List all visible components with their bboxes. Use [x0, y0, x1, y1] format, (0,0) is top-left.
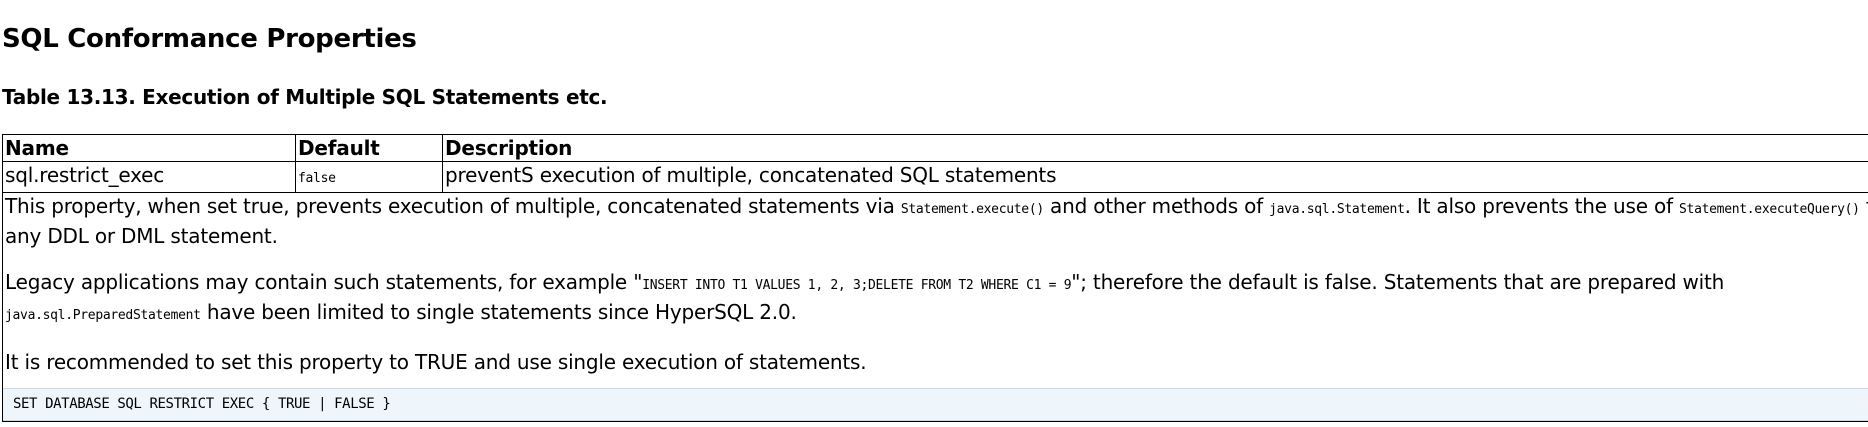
code-block: SET DATABASE SQL RESTRICT EXEC { TRUE | …	[3, 388, 1868, 421]
details-cell: This property, when set true, prevents e…	[2, 192, 1868, 422]
inline-code: java.sql.PreparedStatement	[5, 308, 201, 323]
details-paragraph-1: This property, when set true, prevents e…	[3, 193, 1868, 249]
table-header-row: Name Default Description	[2, 134, 1868, 162]
property-default-value: false	[298, 171, 336, 186]
text: "; therefore the default is false. State…	[1071, 270, 1725, 294]
inline-code: INSERT INTO T1 VALUES 1, 2, 3;DELETE FRO…	[642, 278, 1072, 293]
header-default: Default	[295, 134, 443, 162]
section-title: SQL Conformance Properties	[2, 24, 417, 54]
documentation-page: SQL Conformance Properties Table 13.13. …	[0, 0, 1868, 427]
inline-code: Statement.executeQuery()	[1679, 202, 1860, 217]
details-paragraph-2: Legacy applications may contain such sta…	[3, 269, 1868, 329]
property-description: preventS execution of multiple, concaten…	[442, 161, 1868, 193]
header-description: Description	[442, 134, 1868, 162]
header-name: Name	[2, 134, 296, 162]
text: Legacy applications may contain such sta…	[5, 270, 643, 294]
table-caption: Table 13.13. Execution of Multiple SQL S…	[2, 85, 608, 109]
inline-code: Statement.execute()	[900, 202, 1044, 217]
text: and other methods of	[1043, 194, 1270, 218]
property-name: sql.restrict_exec	[2, 161, 296, 193]
details-paragraph-3: It is recommended to set this property t…	[5, 350, 867, 374]
table-row: sql.restrict_exec false preventS executi…	[2, 161, 1868, 193]
text: have been limited to single statements s…	[200, 300, 797, 324]
property-default: false	[295, 161, 443, 193]
properties-table: Name Default Description sql.restrict_ex…	[2, 134, 1868, 422]
text: This property, when set true, prevents e…	[5, 194, 901, 218]
details-row: This property, when set true, prevents e…	[2, 192, 1868, 422]
inline-code: java.sql.Statement	[1269, 202, 1405, 217]
text: . It also prevents the use of	[1404, 194, 1680, 218]
